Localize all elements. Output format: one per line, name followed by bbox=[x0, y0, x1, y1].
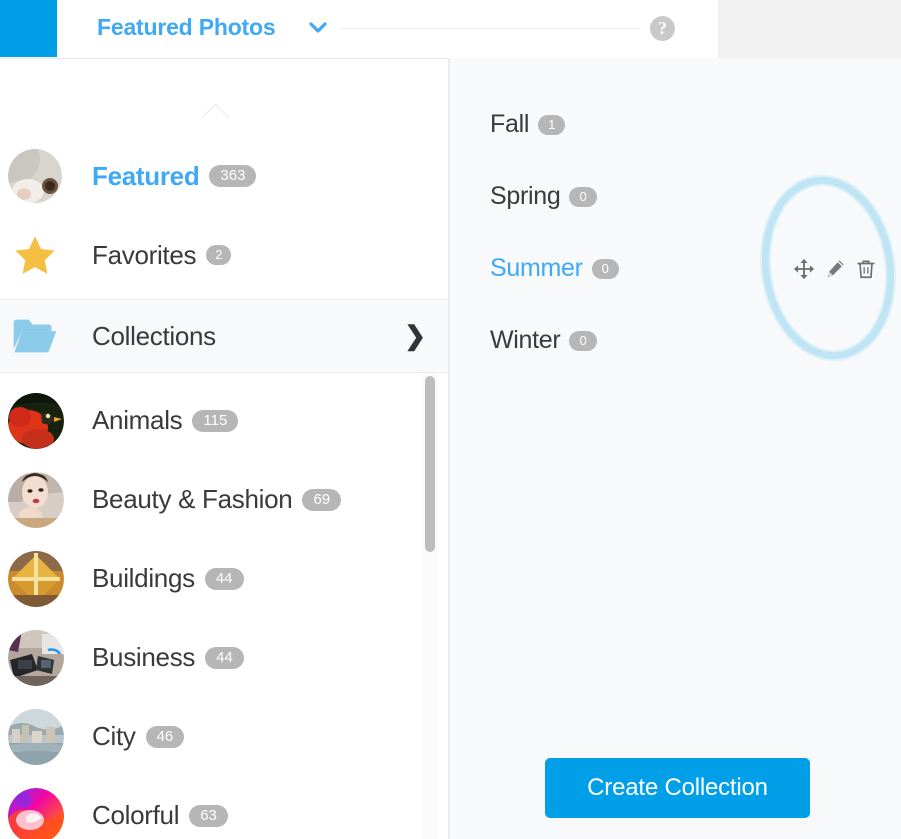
dropdown-item-count: 2 bbox=[206, 245, 232, 265]
category-list[interactable]: Animals 115 Beauty & Fashion 69 Building… bbox=[0, 375, 448, 839]
featured-photos-dropdown: Featured 363 Favorites 2 Collections ❯ A… bbox=[0, 58, 448, 839]
app-root: Featured Photos ? Fall 1 Spring 0 Summer… bbox=[0, 0, 901, 839]
category-count: 46 bbox=[145, 725, 185, 748]
row-action-icons bbox=[793, 257, 877, 281]
category-thumbnail bbox=[8, 787, 64, 839]
category-count: 115 bbox=[192, 409, 239, 432]
dropdown-item-label: Collections bbox=[92, 320, 216, 351]
season-row-winter[interactable]: Winter 0 bbox=[490, 326, 597, 355]
category-thumbnail bbox=[8, 392, 64, 449]
category-count: 63 bbox=[189, 804, 228, 827]
category-row-buildings[interactable]: Buildings 44 bbox=[0, 539, 420, 618]
scrollbar-thumb[interactable] bbox=[425, 376, 435, 552]
season-count-badge: 0 bbox=[569, 186, 597, 207]
category-row-beauty-fashion[interactable]: Beauty & Fashion 69 bbox=[0, 460, 420, 539]
season-label: Winter bbox=[490, 326, 561, 354]
category-thumbnail bbox=[8, 708, 64, 765]
season-count-badge: 0 bbox=[569, 330, 597, 351]
app-header: Featured Photos ? bbox=[0, 0, 901, 58]
star-icon bbox=[8, 228, 62, 282]
category-label: City bbox=[92, 721, 136, 751]
dropdown-item-featured[interactable]: Featured 363 bbox=[0, 147, 448, 205]
dropdown-item-collections[interactable]: Collections ❯ bbox=[0, 299, 448, 373]
dropdown-item-count: 363 bbox=[209, 165, 257, 187]
category-row-city[interactable]: City 46 bbox=[0, 697, 420, 776]
dropdown-item-label: Favorites bbox=[92, 239, 197, 270]
delete-icon[interactable] bbox=[855, 257, 877, 281]
thumbnail-avatar bbox=[8, 149, 62, 203]
collections-detail-panel bbox=[450, 58, 901, 839]
season-label: Spring bbox=[490, 182, 561, 210]
dropdown-item-favorites[interactable]: Favorites 2 bbox=[0, 227, 448, 283]
edit-icon[interactable] bbox=[824, 257, 846, 281]
folder-icon bbox=[8, 309, 62, 363]
category-thumbnail bbox=[8, 550, 64, 607]
category-label: Colorful bbox=[92, 800, 180, 830]
category-count: 44 bbox=[205, 646, 244, 669]
help-circle-icon[interactable]: ? bbox=[650, 16, 675, 41]
season-row-fall[interactable]: Fall 1 bbox=[490, 110, 566, 139]
move-icon[interactable] bbox=[793, 257, 815, 281]
category-thumbnail bbox=[8, 471, 64, 528]
chevron-down-icon[interactable] bbox=[308, 18, 328, 38]
category-thumbnail bbox=[8, 629, 64, 686]
brand-logo-square[interactable] bbox=[0, 0, 57, 57]
page-title[interactable]: Featured Photos bbox=[97, 14, 276, 41]
category-label: Beauty & Fashion bbox=[92, 484, 293, 514]
header-divider-rule bbox=[340, 28, 640, 29]
category-row-animals[interactable]: Animals 115 bbox=[0, 381, 420, 460]
season-count-badge: 0 bbox=[591, 258, 619, 279]
season-count-badge: 1 bbox=[538, 114, 566, 135]
season-label: Fall bbox=[490, 110, 530, 138]
category-label: Business bbox=[92, 642, 196, 672]
category-label: Animals bbox=[92, 405, 183, 435]
chevron-right-icon[interactable]: ❯ bbox=[404, 321, 426, 352]
category-label: Buildings bbox=[92, 563, 195, 593]
create-collection-button[interactable]: Create Collection bbox=[545, 758, 810, 818]
dropdown-item-label: Featured bbox=[92, 160, 200, 191]
panel-divider bbox=[448, 58, 450, 839]
season-row-summer[interactable]: Summer 0 bbox=[490, 254, 619, 283]
season-row-spring[interactable]: Spring 0 bbox=[490, 182, 597, 211]
category-count: 69 bbox=[302, 488, 342, 511]
category-row-business[interactable]: Business 44 bbox=[0, 618, 420, 697]
dropdown-caret bbox=[195, 104, 237, 118]
category-count: 44 bbox=[204, 567, 244, 590]
season-label: Summer bbox=[490, 254, 583, 282]
category-row-colorful[interactable]: Colorful 63 bbox=[0, 776, 420, 839]
